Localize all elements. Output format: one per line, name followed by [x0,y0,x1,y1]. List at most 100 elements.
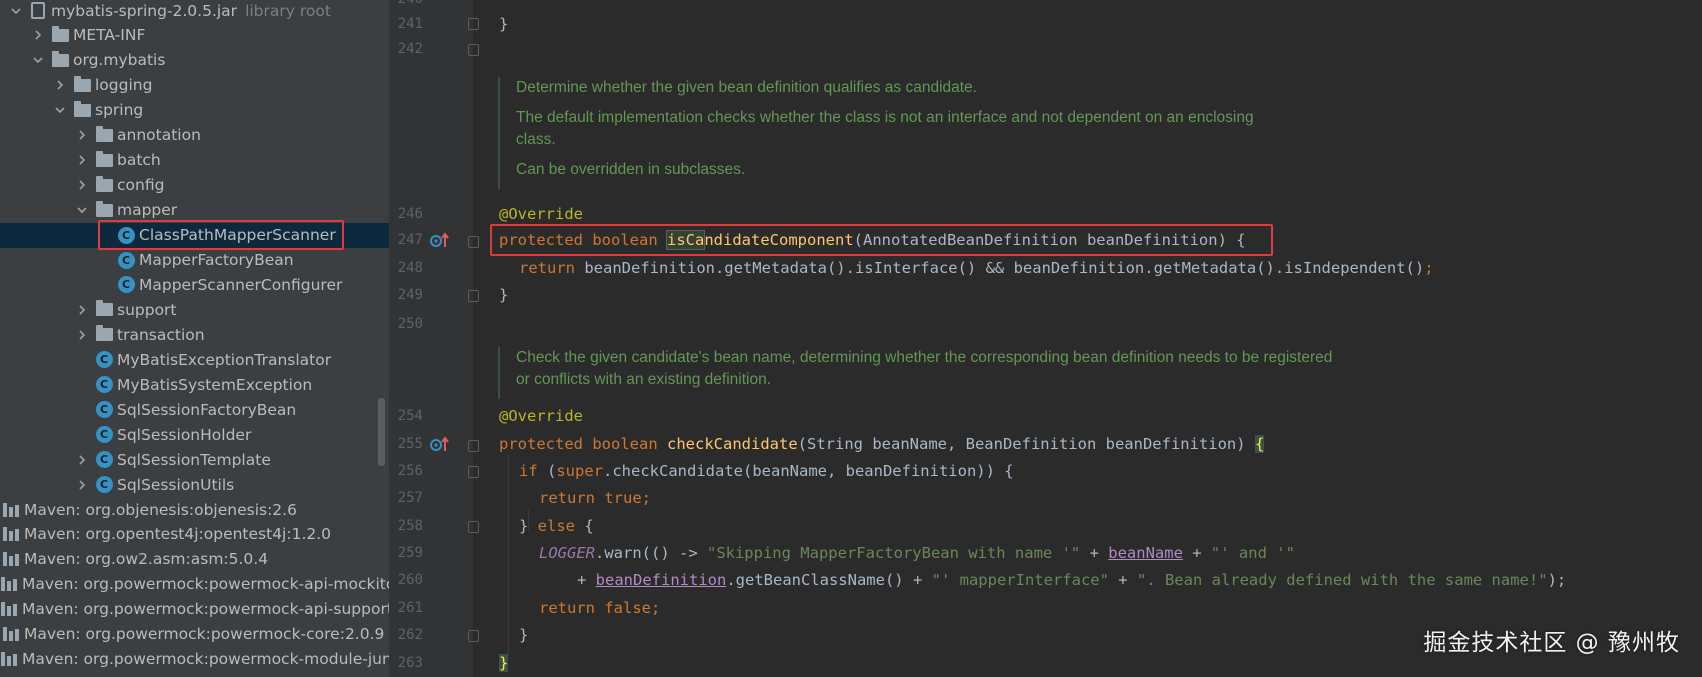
fold-marker[interactable] [468,290,479,302]
tree-item[interactable]: support [0,297,389,322]
tree-item-label: mybatis-spring-2.0.5.jar [51,1,238,20]
override-method-icon[interactable] [430,435,450,453]
tree-item[interactable]: C SqlSessionTemplate [0,447,389,472]
tree-item[interactable]: C MapperScannerConfigurer [0,272,389,297]
keyword-token: return [519,259,575,277]
method-name-token: checkCandidate [667,435,798,453]
fold-marker[interactable] [468,440,479,452]
fold-marker[interactable] [468,466,479,478]
chevron-right-icon[interactable] [52,77,68,93]
jar-icon [29,2,47,20]
tree-item[interactable]: spring [0,98,389,123]
javadoc-text: The default implementation checks whethe… [516,109,1254,148]
captured-variable-token: beanName [1108,544,1183,562]
tree-item[interactable]: C MyBatisSystemException [0,372,389,397]
keyword-token: if [519,462,538,480]
chevron-right-icon[interactable] [74,177,90,193]
tree-item[interactable]: Maven: org.powermock:powermock-api-suppo… [0,597,389,622]
tree-item[interactable]: C SqlSessionUtils [0,472,389,497]
tree-item-label: spring [95,101,144,120]
code-editor[interactable]: 240 241 242 246 247 248 249 250 254 255 … [389,0,1702,677]
fold-marker[interactable] [468,236,479,248]
code-line-249: } [499,282,508,309]
tree-item-label: annotation [117,126,201,145]
tree-item-suffix: library root [245,1,331,20]
chevron-down-icon[interactable] [52,102,68,118]
tree-item[interactable]: META-INF [0,23,389,48]
chevron-right-icon[interactable] [30,27,46,43]
keyword-token: true [604,489,642,507]
tree-item[interactable]: mapper [0,198,389,223]
chevron-right-icon[interactable] [74,452,90,468]
code-token: (String beanName, BeanDefinition beanDef… [797,435,1255,453]
chevron-down-icon[interactable] [30,52,46,68]
tree-item[interactable]: batch [0,148,389,173]
class-icon: C [95,426,113,444]
tree-item[interactable]: logging [0,73,389,98]
tree-item[interactable]: Maven: org.objenesis:objenesis:2.6 [0,497,389,522]
chevron-right-icon[interactable] [74,302,90,318]
folder-icon [51,50,69,69]
tree-item[interactable]: Maven: org.powermock:powermock-core:2.0.… [0,622,389,647]
tree-item[interactable]: transaction [0,322,389,347]
class-icon: C [95,376,113,394]
code-line-257: return true; [539,485,651,512]
code-token: } [499,286,509,304]
tree-item-label: MyBatisSystemException [117,375,313,394]
fold-marker[interactable] [468,18,479,30]
tree-item[interactable]: C SqlSessionFactoryBean [0,397,389,422]
tree-item[interactable]: C SqlSessionHolder [0,422,389,447]
tree-item[interactable]: annotation [0,123,389,148]
line-number: 259 [397,545,423,561]
line-number: 256 [397,463,423,479]
class-icon: C [117,226,135,244]
library-icon [0,650,18,668]
code-line-262: } [519,622,528,649]
code-line-258: } else { [519,513,594,540]
code-line-256: if (super.checkCandidate(beanName, beanD… [519,458,1014,485]
class-icon: C [95,401,113,419]
code-token: } [519,517,538,535]
fold-marker[interactable] [468,44,479,56]
code-line-248: return beanDefinition.getMetadata().isIn… [519,255,1434,282]
tree-item[interactable]: org.mybatis [0,48,389,73]
tree-item-label: Maven: org.powermock:powermock-api-mocki… [22,575,389,594]
tree-item[interactable]: C ClassPathMapperScanner [0,222,389,248]
code-line-246: @Override [499,201,583,228]
chevron-right-icon[interactable] [74,477,90,493]
chevron-right-icon[interactable] [74,152,90,168]
fold-marker[interactable] [468,521,479,533]
class-icon: C [95,476,113,494]
tree-item[interactable]: Maven: org.opentest4j:opentest4j:1.2.0 [0,522,389,547]
code-token: } [499,15,509,33]
line-number: 257 [397,490,423,506]
tree-item[interactable]: Maven: org.powermock:powermock-api-mocki… [0,572,389,597]
tree-item[interactable]: Maven: org.ow2.asm:asm:5.0.4 [0,547,389,572]
class-icon: C [95,351,113,369]
tree-item[interactable]: mybatis-spring-2.0.5.jar library root [0,0,389,23]
tree-item-label: Maven: org.ow2.asm:asm:5.0.4 [24,550,269,569]
annotation-token: @Override [499,205,583,223]
tree-item[interactable]: Maven: org.powermock:powermock-module-ju… [0,647,389,672]
chevron-right-icon[interactable] [74,327,90,343]
folder-icon [95,325,113,344]
fold-marker[interactable] [468,630,479,642]
chevron-right-icon[interactable] [74,127,90,143]
override-method-icon[interactable] [430,231,450,249]
tree-item[interactable]: C MyBatisExceptionTranslator [0,347,389,372]
tree-item-label: Maven: org.opentest4j:opentest4j:1.2.0 [24,525,332,544]
code-token: (AnnotatedBeanDefinition beanDefinition)… [853,231,1246,249]
tree-item[interactable]: C MapperFactoryBean [0,248,389,273]
chevron-down-icon[interactable] [8,3,24,19]
tree-item-label: Maven: org.objenesis:objenesis:2.6 [24,500,297,519]
class-icon: C [117,251,135,269]
code-token: ( [537,462,557,480]
line-number: 261 [397,600,423,616]
tree-scrollbar[interactable] [378,398,385,466]
chevron-down-icon[interactable] [74,202,90,218]
javadoc-block: Check the given candidate's bean name, d… [498,347,1398,399]
tree-item[interactable]: config [0,173,389,198]
